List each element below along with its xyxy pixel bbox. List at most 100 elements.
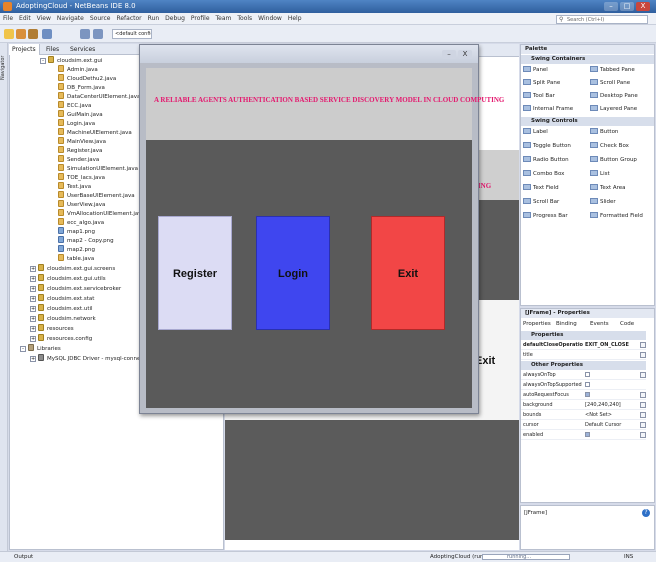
expand-icon[interactable]: + [30, 296, 36, 302]
property-row[interactable]: autoRequestFocus [521, 391, 646, 400]
tree-file[interactable]: map2.png [58, 245, 95, 254]
palette-item[interactable]: Text Field [523, 184, 559, 193]
properties-section[interactable]: Properties [521, 331, 646, 340]
tree-file[interactable]: GuiMain.java [58, 110, 103, 119]
tree-file[interactable]: TOE_lacs.java [58, 173, 105, 182]
property-row[interactable]: bounds <Not Set> [521, 411, 646, 420]
ellipsis-button[interactable] [640, 392, 646, 398]
tree-package[interactable]: + resources.config [30, 334, 92, 343]
palette-item[interactable]: Tool Bar [523, 92, 555, 101]
maximize-button[interactable]: □ [620, 2, 634, 11]
property-row[interactable]: cursor Default Cursor [521, 421, 646, 430]
property-value[interactable]: EXIT_ON_CLOSE [585, 341, 637, 350]
property-value[interactable]: <Not Set> [585, 411, 637, 420]
other-properties-section[interactable]: Other Properties [521, 361, 646, 370]
tree-file[interactable]: ECC.java [58, 101, 91, 110]
register-button[interactable]: Register [158, 216, 232, 330]
tree-file[interactable]: map1.png [58, 227, 95, 236]
tree-file[interactable]: Sender.java [58, 155, 99, 164]
tree-file[interactable]: VmAllocationUIElement.java [58, 209, 145, 218]
palette-section-containers[interactable]: Swing Containers [521, 55, 654, 64]
tree-file[interactable]: SimulationUIElement.java [58, 164, 138, 173]
menu-team[interactable]: Team [213, 13, 235, 25]
ellipsis-button[interactable] [640, 402, 646, 408]
menu-view[interactable]: View [34, 13, 54, 25]
save-all-icon[interactable] [42, 29, 52, 39]
close-button[interactable]: X [636, 2, 650, 11]
tab-events[interactable]: Events [590, 320, 609, 329]
palette-item[interactable]: Check Box [590, 142, 629, 151]
exit-button[interactable]: Exit [371, 216, 445, 330]
tree-file[interactable]: Register.java [58, 146, 102, 155]
palette-item[interactable]: Formatted Field [590, 212, 643, 221]
new-project-icon[interactable] [16, 29, 26, 39]
menu-help[interactable]: Help [285, 13, 305, 25]
tree-libraries[interactable]: - Libraries [20, 344, 61, 353]
jframe-close-button[interactable]: X [458, 50, 472, 59]
palette-item[interactable]: Text Area [590, 184, 626, 193]
menu-navigate[interactable]: Navigate [54, 13, 87, 25]
tree-package[interactable]: + cloudsim.ext.util [30, 304, 93, 313]
menu-tools[interactable]: Tools [234, 13, 255, 25]
tree-package[interactable]: + cloudsim.ext.gui.screens [30, 264, 115, 273]
palette-item[interactable]: Panel [523, 66, 548, 75]
palette-item[interactable]: Slider [590, 198, 616, 207]
checkbox-checked[interactable] [585, 432, 590, 437]
tab-files[interactable]: Files [43, 44, 62, 55]
navigator-root[interactable]: [JFrame] [524, 510, 547, 516]
menu-refactor[interactable]: Refactor [113, 13, 144, 25]
property-row[interactable]: alwaysOnTopSupported [521, 381, 646, 390]
property-row[interactable]: defaultCloseOperation EXIT_ON_CLOSE [521, 341, 646, 350]
undo-icon[interactable] [80, 29, 90, 39]
tab-binding[interactable]: Binding [556, 320, 577, 329]
ellipsis-button[interactable] [640, 342, 646, 348]
palette-item[interactable]: Scroll Bar [523, 198, 559, 207]
checkbox-checked[interactable] [585, 392, 590, 397]
tree-file[interactable]: Login.java [58, 119, 95, 128]
collapse-icon[interactable]: - [40, 58, 46, 64]
property-value[interactable]: [240,240,240] [585, 401, 637, 410]
checkbox[interactable] [585, 382, 590, 387]
login-button[interactable]: Login [256, 216, 330, 330]
property-value[interactable] [585, 391, 637, 400]
palette-item[interactable]: Split Pane [523, 79, 560, 88]
output-tab[interactable]: Output [14, 552, 33, 562]
expand-icon[interactable]: + [30, 356, 36, 362]
tree-file[interactable]: DB_Form.java [58, 83, 105, 92]
palette-item[interactable]: Radio Button [523, 156, 569, 165]
tree-file[interactable]: CloudDethu2.java [58, 74, 116, 83]
tree-package[interactable]: + cloudsim.ext.gui.utils [30, 274, 106, 283]
redo-icon[interactable] [93, 29, 103, 39]
tree-file[interactable]: UserBaseUIElement.java [58, 191, 135, 200]
expand-icon[interactable]: + [30, 286, 36, 292]
expand-icon[interactable]: + [30, 276, 36, 282]
tree-file[interactable]: UserView.java [58, 200, 105, 209]
tree-file[interactable]: MainView.java [58, 137, 106, 146]
tree-file[interactable]: DataCenterUIElement.java [58, 92, 140, 101]
collapse-icon[interactable]: - [20, 346, 26, 352]
tab-projects[interactable]: Projects [9, 44, 40, 55]
tab-properties[interactable]: Properties [523, 320, 551, 329]
palette-item[interactable]: List [590, 170, 610, 179]
palette-item[interactable]: Label [523, 128, 548, 137]
palette-item[interactable]: Tabbed Pane [590, 66, 635, 75]
palette-item[interactable]: Desktop Pane [590, 92, 638, 101]
tree-file[interactable]: map2 - Copy.png [58, 236, 114, 245]
palette-item[interactable]: Scroll Pane [590, 79, 630, 88]
menu-profile[interactable]: Profile [188, 13, 213, 25]
expand-icon[interactable]: + [30, 306, 36, 312]
expand-icon[interactable]: + [30, 336, 36, 342]
tree-file[interactable]: table.java [58, 254, 94, 263]
property-row[interactable]: enabled [521, 431, 646, 440]
tab-code[interactable]: Code [620, 320, 634, 329]
ellipsis-button[interactable] [640, 432, 646, 438]
property-value[interactable] [585, 381, 637, 390]
tree-package[interactable]: + cloudsim.ext.stat [30, 294, 94, 303]
expand-icon[interactable]: + [30, 266, 36, 272]
property-row[interactable]: alwaysOnTop [521, 371, 646, 380]
ellipsis-button[interactable] [640, 422, 646, 428]
menu-debug[interactable]: Debug [162, 13, 188, 25]
tree-file[interactable]: Test.java [58, 182, 91, 191]
tree-package[interactable]: - cloudsim.ext.gui [40, 56, 102, 65]
palette-item[interactable]: Layered Pane [590, 105, 637, 114]
